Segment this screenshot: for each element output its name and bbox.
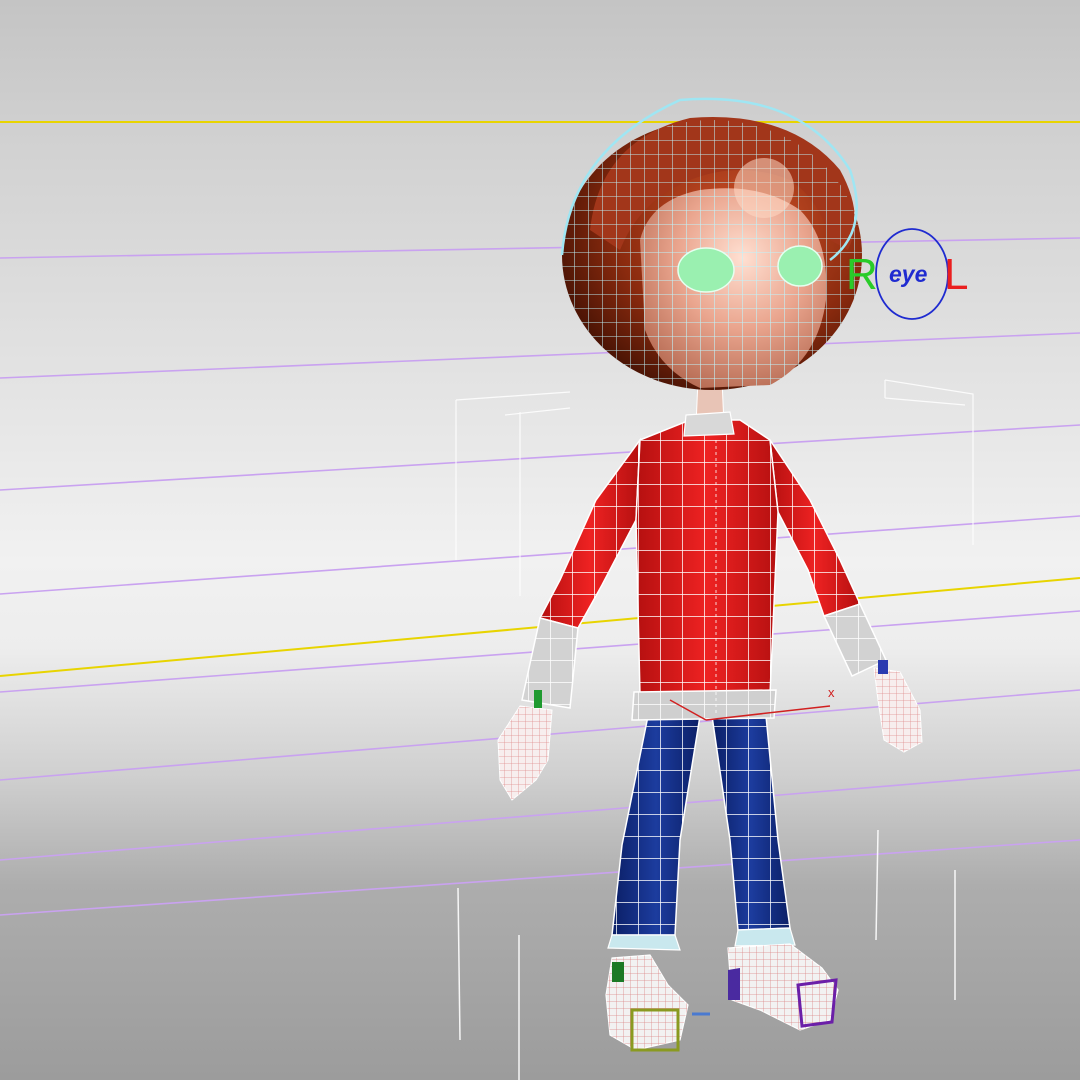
character-shoes[interactable] [605, 943, 839, 1052]
grid-line [0, 839, 1080, 916]
ground-grid-lines [0, 121, 1080, 916]
grid-line [0, 515, 1080, 595]
eye-control-label-l[interactable]: L [944, 250, 968, 299]
eye-control-label-center[interactable]: eye [889, 261, 928, 287]
viewport-scene[interactable]: x R eye L [0, 0, 1080, 1080]
pivot-marker: x [828, 685, 835, 700]
character-shirt[interactable] [631, 419, 779, 721]
grid-line [0, 332, 1080, 379]
grid-line [0, 424, 1080, 491]
grid-line [0, 769, 1080, 861]
eye-control-label-r[interactable]: R [846, 250, 878, 299]
character-pants[interactable] [607, 715, 796, 951]
3d-viewport[interactable]: x R eye L [0, 0, 1080, 1080]
floor-guide-lines [457, 829, 956, 1080]
character-head[interactable] [560, 97, 862, 390]
grid-line [0, 237, 1080, 259]
